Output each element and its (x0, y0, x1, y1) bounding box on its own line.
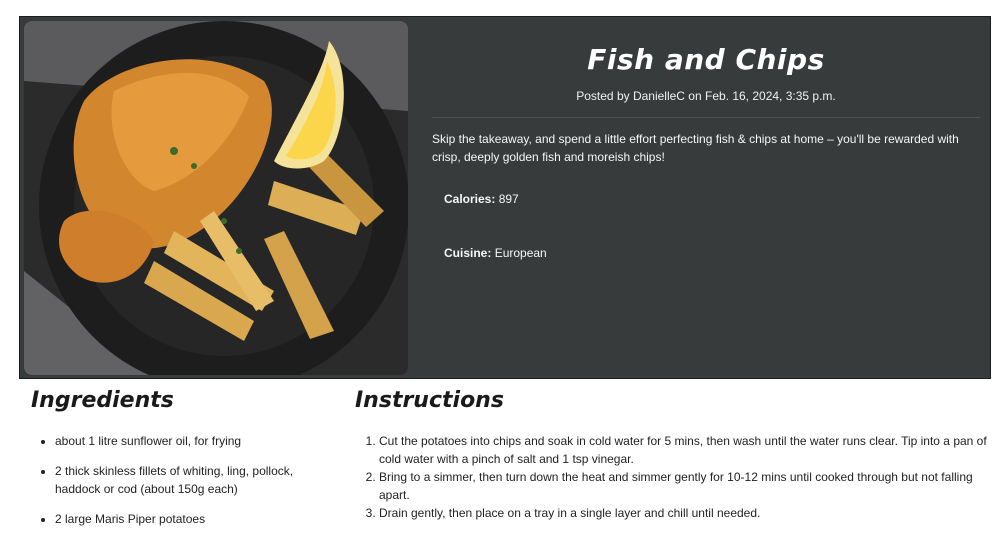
recipe-description: Skip the takeaway, and spend a little ef… (432, 132, 959, 164)
ingredients-heading: Ingredients (31, 388, 174, 413)
list-item: Bring to a simmer, then turn down the he… (379, 468, 1003, 504)
recipe-image (24, 21, 408, 375)
list-item: about 1 litre sunflower oil, for frying (55, 432, 335, 450)
list-item: Drain gently, then place on a tray in a … (379, 504, 1003, 522)
cuisine-label: Cuisine: (444, 246, 492, 260)
recipe-hero: Fish and Chips Posted by DanielleC on Fe… (19, 16, 991, 379)
posted-by: Posted by DanielleC on Feb. 16, 2024, 3:… (576, 89, 836, 103)
cuisine-value: European (494, 246, 547, 260)
instructions-list: Cut the potatoes into chips and soak in … (355, 432, 1003, 522)
recipe-title: Fish and Chips (587, 43, 825, 76)
recipe-info: Fish and Chips Posted by DanielleC on Fe… (432, 17, 980, 378)
instructions-heading: Instructions (355, 388, 504, 413)
list-item: Cut the potatoes into chips and soak in … (379, 432, 1003, 468)
divider (432, 117, 980, 118)
ingredients-list: about 1 litre sunflower oil, for frying … (31, 432, 335, 540)
calories-row: Calories: 897 (444, 192, 519, 206)
calories-label: Calories: (444, 192, 496, 206)
fish-and-chips-photo-icon (24, 21, 408, 375)
cuisine-row: Cuisine: European (444, 246, 547, 260)
list-item: 2 large Maris Piper potatoes (55, 510, 335, 528)
calories-value: 897 (498, 192, 519, 206)
list-item: 2 thick skinless fillets of whiting, lin… (55, 462, 335, 498)
